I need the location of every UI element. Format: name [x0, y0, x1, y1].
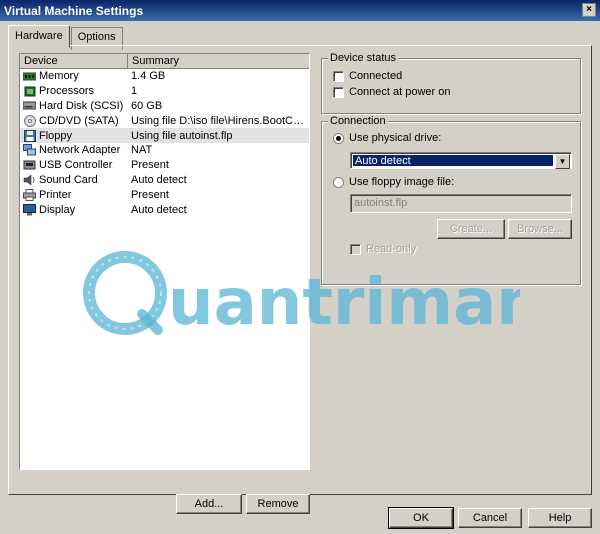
connected-checkbox-box[interactable]	[333, 70, 344, 82]
device-row-memory[interactable]: Memory 1.4 GB	[20, 69, 309, 84]
device-row-cd-dvd[interactable]: CD/DVD (SATA) Using file D:\iso file\Hir…	[20, 113, 309, 128]
read-only-label: Read-only	[366, 243, 417, 255]
hardware-panel: Device Summary Memory 1.4 GB Processors …	[8, 45, 592, 514]
device-row-sound-card[interactable]: Sound Card Auto detect	[20, 173, 309, 188]
window-title: Virtual Machine Settings	[4, 3, 144, 18]
remove-button[interactable]: Remove	[246, 494, 310, 514]
device-list[interactable]: Device Summary Memory 1.4 GB Processors …	[19, 53, 310, 470]
device-row-floppy[interactable]: Floppy Using file autoinst.flp	[20, 128, 309, 143]
cancel-button[interactable]: Cancel	[458, 508, 522, 528]
tab-hardware[interactable]: Hardware	[8, 25, 70, 48]
connected-checkbox[interactable]: Connected	[333, 70, 402, 82]
connected-label: Connected	[349, 70, 403, 82]
device-name: Floppy	[39, 129, 73, 142]
device-name: Network Adapter	[39, 144, 121, 157]
device-name: Processors	[39, 85, 95, 98]
use-physical-drive-label: Use physical drive:	[349, 132, 442, 144]
device-summary: Present	[131, 159, 169, 172]
chevron-down-icon[interactable]: ▼	[555, 154, 570, 169]
list-header: Device Summary	[20, 54, 309, 69]
connect-at-power-on-checkbox[interactable]: Connect at power on	[333, 86, 451, 98]
use-floppy-image-radio-button[interactable]	[333, 176, 344, 188]
create-button[interactable]: Create...	[437, 219, 505, 239]
column-header-summary[interactable]: Summary	[128, 54, 309, 68]
hard-disk-icon	[23, 100, 36, 111]
device-row-display[interactable]: Display Auto detect	[20, 202, 309, 217]
use-physical-drive-radio[interactable]: Use physical drive:	[333, 132, 441, 144]
usb-controller-icon	[23, 160, 36, 171]
browse-button[interactable]: Browse...	[508, 219, 572, 239]
device-status-title: Device status	[328, 52, 399, 64]
device-name: Printer	[39, 188, 72, 201]
title-bar: Virtual Machine Settings ×	[0, 0, 600, 21]
help-button[interactable]: Help	[528, 508, 592, 528]
device-name: Display	[39, 203, 76, 216]
close-button[interactable]: ×	[582, 3, 596, 17]
device-summary: Auto detect	[131, 173, 187, 186]
device-summary: 60 GB	[131, 99, 163, 112]
drive-select[interactable]: Auto detect ▼	[350, 152, 572, 169]
network-adapter-icon	[23, 144, 36, 156]
sound-card-icon	[23, 174, 36, 186]
use-floppy-image-radio[interactable]: Use floppy image file:	[333, 176, 454, 188]
use-floppy-image-label: Use floppy image file:	[349, 176, 455, 188]
connect-at-power-on-box[interactable]	[333, 86, 344, 98]
printer-icon	[23, 188, 36, 201]
device-summary: Auto detect	[131, 203, 187, 216]
use-physical-drive-radio-button[interactable]	[333, 132, 344, 144]
device-name: CD/DVD (SATA)	[39, 114, 119, 127]
device-status-group: Device status Connected Connect at power…	[321, 52, 581, 114]
device-row-network-adapter[interactable]: Network Adapter NAT	[20, 143, 309, 158]
column-header-device[interactable]: Device	[20, 54, 128, 68]
connection-title: Connection	[328, 115, 388, 127]
device-row-processors[interactable]: Processors 1	[20, 84, 309, 99]
memory-icon	[23, 71, 36, 82]
device-name: Hard Disk (SCSI)	[39, 99, 124, 112]
device-row-printer[interactable]: Printer Present	[20, 187, 309, 202]
connection-group: Connection Use physical drive: Auto dete…	[321, 115, 581, 285]
device-name: Memory	[39, 70, 79, 83]
device-summary: 1	[131, 85, 138, 98]
device-summary: Using file D:\iso file\Hirens.BootCD.10.…	[131, 114, 309, 127]
device-row-usb-controller[interactable]: USB Controller Present	[20, 158, 309, 173]
floppy-icon	[23, 129, 36, 142]
device-summary: NAT	[131, 144, 153, 157]
device-name: Sound Card	[39, 173, 98, 186]
processor-icon	[23, 86, 36, 97]
device-summary: Present	[131, 188, 169, 201]
read-only-checkbox-box[interactable]	[350, 243, 361, 255]
display-icon	[23, 203, 36, 216]
device-summary: 1.4 GB	[131, 70, 166, 83]
drive-select-value: Auto detect	[353, 155, 553, 167]
device-name: USB Controller	[39, 159, 113, 172]
add-button[interactable]: Add...	[176, 494, 242, 514]
device-row-hard-disk[interactable]: Hard Disk (SCSI) 60 GB	[20, 99, 309, 114]
cd-dvd-icon	[23, 114, 36, 127]
floppy-image-path-field[interactable]: autoinst.flp	[350, 194, 572, 213]
read-only-checkbox[interactable]: Read-only	[350, 243, 416, 255]
ok-button[interactable]: OK	[388, 507, 454, 529]
device-summary: Using file autoinst.flp	[131, 129, 233, 142]
dialog-window: Hardware Options Device Summary Memory 1…	[0, 21, 600, 534]
connect-at-power-on-label: Connect at power on	[349, 86, 451, 98]
